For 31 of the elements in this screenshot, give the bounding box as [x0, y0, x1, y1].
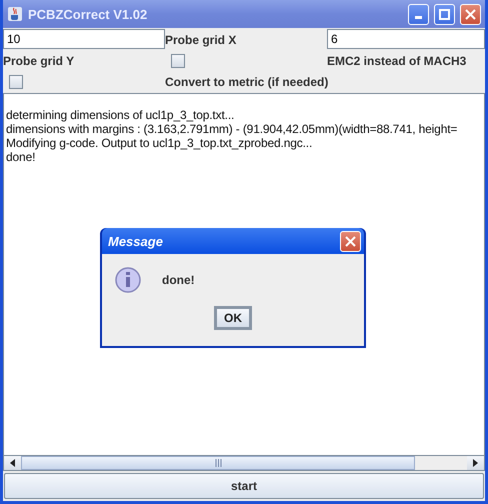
minimize-icon [415, 16, 422, 18]
close-button[interactable] [460, 4, 481, 24]
checkbox[interactable] [171, 54, 185, 68]
field-label: Probe grid X [165, 32, 236, 46]
grip-icon [214, 459, 222, 467]
dialog-title: Message [108, 234, 164, 248]
log-line: determining dimensions of ucl1p_3_top.txt... [6, 108, 236, 122]
window-title: PCBZCorrect V1.02 [28, 6, 148, 22]
field-label: Probe grid Y [3, 54, 74, 68]
checkbox[interactable] [9, 74, 23, 88]
right-arrow-icon[interactable] [473, 459, 478, 467]
field-label: EMC2 instead of MACH3 [327, 54, 466, 68]
horizontal-scrollbar[interactable] [3, 455, 485, 471]
field-label: Convert to metric (if needed) [165, 74, 328, 88]
dialog-message: done! [162, 273, 195, 287]
ok-button[interactable]: OK [214, 306, 252, 330]
text-field[interactable]: 6 [327, 29, 485, 49]
minimize-button[interactable] [408, 4, 429, 24]
start-button[interactable]: start [4, 473, 484, 499]
close-icon [465, 8, 476, 20]
log-line: done! [6, 150, 36, 164]
log-line: dimensions with margins : (3.163,2.791mm) - (91.904,42.05mm)(width=88.741, height= [6, 122, 458, 136]
java-cup-icon [7, 6, 23, 22]
text-field[interactable]: 10 [3, 29, 165, 49]
left-arrow-icon[interactable] [10, 459, 15, 467]
log-line: Modifying g-code. Output to ucl1p_3_top.txt_zprobed.ngc... [6, 136, 314, 150]
maximize-icon [439, 8, 450, 20]
maximize-button[interactable] [434, 4, 455, 24]
info-icon [114, 266, 142, 294]
close-button[interactable] [340, 230, 361, 252]
close-icon [345, 236, 356, 246]
